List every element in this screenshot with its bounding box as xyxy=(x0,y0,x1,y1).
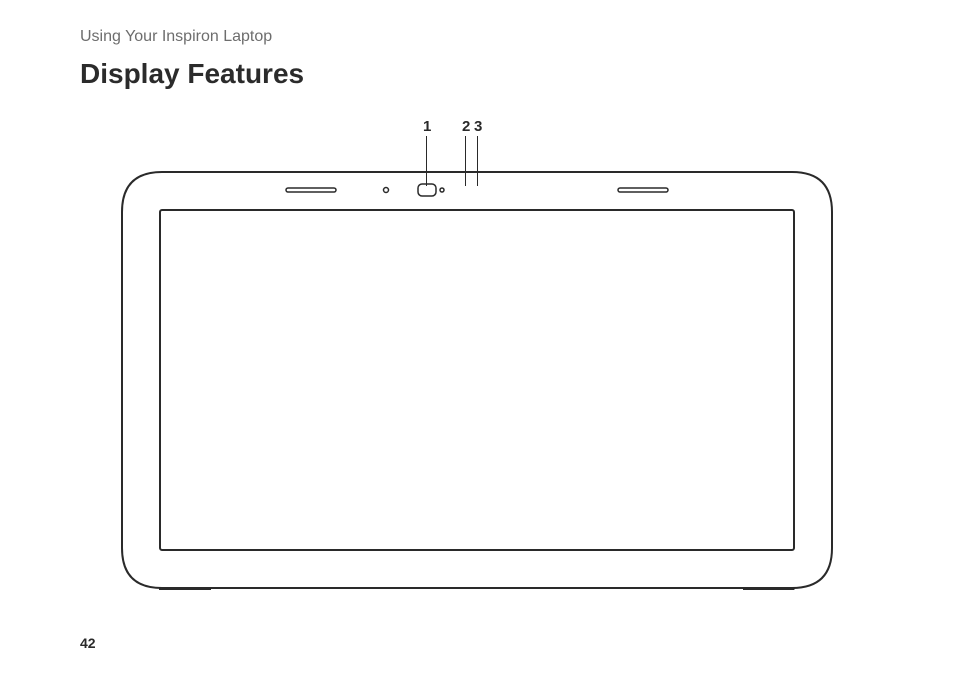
page-number: 42 xyxy=(80,635,96,651)
page-title: Display Features xyxy=(80,58,874,90)
callout-2: 2 xyxy=(462,118,470,135)
laptop-illustration xyxy=(120,170,834,590)
callout-1: 1 xyxy=(423,118,431,135)
display-diagram: 1 2 3 xyxy=(80,110,874,580)
manual-page: Using Your Inspiron Laptop Display Featu… xyxy=(0,0,954,677)
section-label: Using Your Inspiron Laptop xyxy=(80,28,874,46)
callout-3: 3 xyxy=(474,118,482,135)
